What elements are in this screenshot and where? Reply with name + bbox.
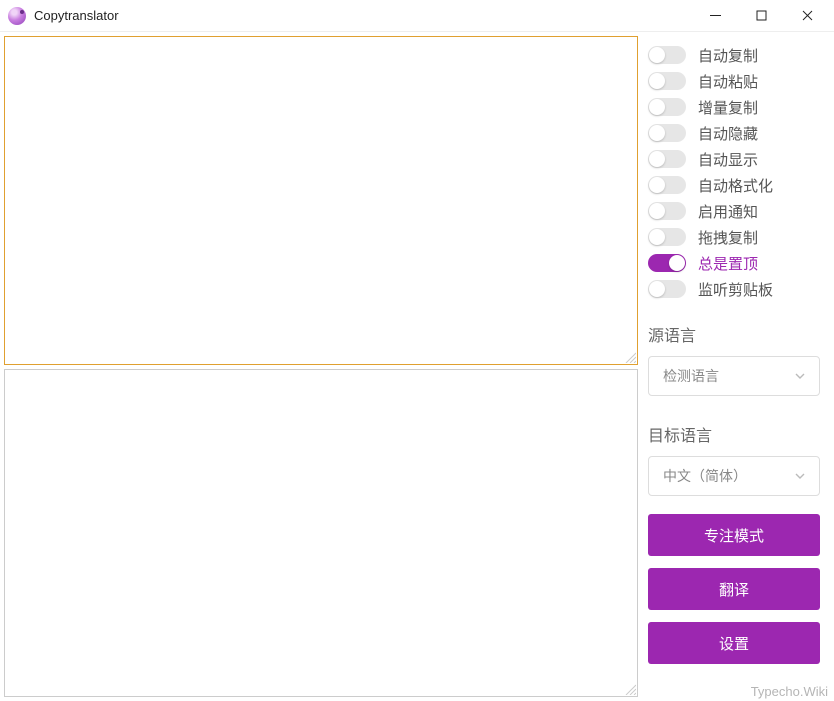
- toggle-switch[interactable]: [648, 280, 686, 298]
- toggle-switch[interactable]: [648, 228, 686, 246]
- target-lang-select[interactable]: 中文（简体）: [648, 456, 820, 496]
- toggle-switch[interactable]: [648, 72, 686, 90]
- toggle-label: 监听剪贴板: [698, 279, 773, 300]
- toggle-switch[interactable]: [648, 124, 686, 142]
- toggle-row: 总是置顶: [648, 250, 820, 276]
- toggle-label: 自动格式化: [698, 175, 773, 196]
- maximize-icon: [756, 10, 767, 21]
- toggle-label: 启用通知: [698, 201, 758, 222]
- toggle-row: 监听剪贴板: [648, 276, 820, 302]
- source-lang-select[interactable]: 检测语言: [648, 356, 820, 396]
- toggle-switch[interactable]: [648, 46, 686, 64]
- toggle-label: 拖拽复制: [698, 227, 758, 248]
- toggle-row: 自动隐藏: [648, 120, 820, 146]
- toggle-switch[interactable]: [648, 254, 686, 272]
- toggle-row: 自动显示: [648, 146, 820, 172]
- toggle-switch[interactable]: [648, 176, 686, 194]
- app-icon: [8, 7, 26, 25]
- titlebar: Copytranslator: [0, 0, 834, 32]
- settings-panel: 自动复制自动粘贴增量复制自动隐藏自动显示自动格式化启用通知拖拽复制总是置顶监听剪…: [642, 32, 834, 701]
- source-textarea[interactable]: [4, 36, 638, 365]
- minimize-icon: [710, 10, 721, 21]
- toggle-label: 自动复制: [698, 45, 758, 66]
- minimize-button[interactable]: [692, 1, 738, 31]
- settings-button[interactable]: 设置: [648, 622, 820, 664]
- toggle-switch[interactable]: [648, 98, 686, 116]
- toggle-label: 自动隐藏: [698, 123, 758, 144]
- translate-button[interactable]: 翻译: [648, 568, 820, 610]
- window-title: Copytranslator: [34, 8, 119, 23]
- toggle-label: 总是置顶: [698, 253, 758, 274]
- target-lang-value: 中文（简体）: [663, 466, 747, 486]
- focus-mode-button[interactable]: 专注模式: [648, 514, 820, 556]
- toggle-row: 自动格式化: [648, 172, 820, 198]
- toggle-row: 自动复制: [648, 42, 820, 68]
- target-lang-label: 目标语言: [648, 422, 820, 446]
- toggle-switch[interactable]: [648, 150, 686, 168]
- toggle-row: 自动粘贴: [648, 68, 820, 94]
- chevron-down-icon: [795, 471, 805, 481]
- toggle-label: 自动粘贴: [698, 71, 758, 92]
- toggle-switch[interactable]: [648, 202, 686, 220]
- maximize-button[interactable]: [738, 1, 784, 31]
- text-panels: [0, 32, 642, 701]
- toggle-row: 增量复制: [648, 94, 820, 120]
- toggle-label: 增量复制: [698, 97, 758, 118]
- close-button[interactable]: [784, 1, 830, 31]
- source-lang-label: 源语言: [648, 322, 820, 346]
- chevron-down-icon: [795, 371, 805, 381]
- toggle-label: 自动显示: [698, 149, 758, 170]
- close-icon: [802, 10, 813, 21]
- toggle-row: 拖拽复制: [648, 224, 820, 250]
- source-lang-value: 检测语言: [663, 366, 719, 386]
- toggle-row: 启用通知: [648, 198, 820, 224]
- target-textarea[interactable]: [4, 369, 638, 698]
